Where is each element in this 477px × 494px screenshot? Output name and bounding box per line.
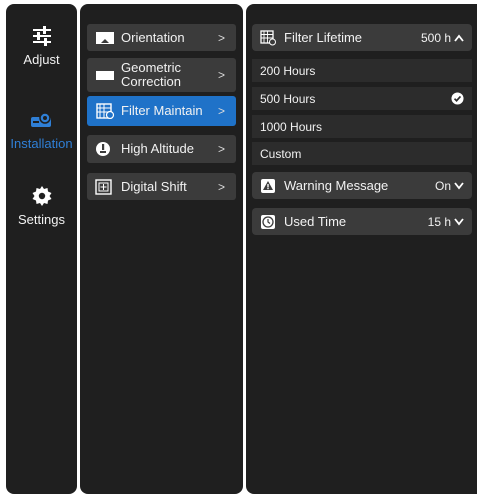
nav-label-settings: Settings [18, 212, 65, 227]
option-500-hours[interactable]: 500 Hours [252, 87, 472, 110]
chevron-right-icon: > [218, 68, 226, 82]
filter-icon [96, 103, 115, 119]
nav-item-adjust[interactable]: Adjust [6, 26, 77, 67]
nav-item-installation[interactable]: Installation [6, 112, 77, 151]
chevron-down-icon [454, 181, 464, 189]
menu-item-geometric-correction[interactable]: Geometric Correction > [87, 58, 236, 92]
orientation-icon [96, 31, 114, 44]
menu-label-filter-maintain: Filter Maintain [121, 103, 203, 118]
option-label: 500 Hours [260, 91, 316, 106]
warning-message-label: Warning Message [284, 178, 389, 193]
warning-icon [261, 178, 275, 193]
option-label: 1000 Hours [260, 119, 323, 134]
option-label: Custom [260, 146, 302, 161]
shift-icon [95, 178, 112, 195]
filter-lifetime-label: Filter Lifetime [284, 30, 363, 45]
projector-icon [30, 112, 51, 127]
menu-item-digital-shift[interactable]: Digital Shift > [87, 173, 236, 200]
filter-icon [260, 29, 276, 45]
chevron-up-icon [454, 34, 464, 42]
filter-lifetime-row[interactable]: Filter Lifetime 500 h [252, 24, 472, 51]
geometric-icon [96, 71, 114, 80]
filter-lifetime-value: 500 h [420, 30, 451, 45]
menu-label-digital-shift: Digital Shift [121, 178, 187, 194]
gear-icon [32, 186, 51, 206]
option-200-hours[interactable]: 200 Hours [252, 59, 472, 82]
used-time-row[interactable]: Used Time 15 h [252, 208, 472, 235]
warning-message-value: On [434, 178, 451, 193]
chevron-down-icon [454, 217, 464, 225]
detail-panel: Filter Lifetime 500 h 200 Hours 500 Hour… [246, 4, 477, 494]
menu-label-orientation: Orientation [121, 29, 185, 45]
option-custom[interactable]: Custom [252, 142, 472, 165]
clock-icon [261, 214, 275, 229]
nav-label-installation: Installation [10, 136, 73, 151]
chevron-right-icon: > [218, 30, 226, 45]
option-1000-hours[interactable]: 1000 Hours [252, 115, 472, 138]
used-time-label: Used Time [284, 214, 347, 229]
menu-item-orientation[interactable]: Orientation > [87, 24, 236, 51]
chevron-right-icon: > [218, 179, 226, 194]
menu-item-filter-maintain[interactable]: Filter Maintain > [87, 96, 236, 126]
menu-label-high-altitude: High Altitude [121, 141, 194, 156]
sliders-icon [32, 26, 51, 46]
option-label: 200 Hours [260, 63, 316, 78]
menu-label-geometric-correction: Geometric Correction [121, 60, 181, 89]
warning-message-row[interactable]: Warning Message On [252, 172, 472, 199]
nav-item-settings[interactable]: Settings [6, 186, 77, 227]
chevron-right-icon: > [218, 142, 226, 156]
chevron-right-icon: > [218, 104, 226, 118]
main-nav-panel: Adjust Installation Settings [6, 4, 77, 494]
nav-label-adjust: Adjust [23, 52, 60, 67]
altitude-icon [96, 142, 110, 156]
menu-item-high-altitude[interactable]: High Altitude > [87, 135, 236, 163]
used-time-value: 15 h [427, 214, 451, 229]
submenu-panel: Orientation > Geometric Correction > Fil… [80, 4, 243, 494]
check-circle-icon [451, 92, 464, 105]
